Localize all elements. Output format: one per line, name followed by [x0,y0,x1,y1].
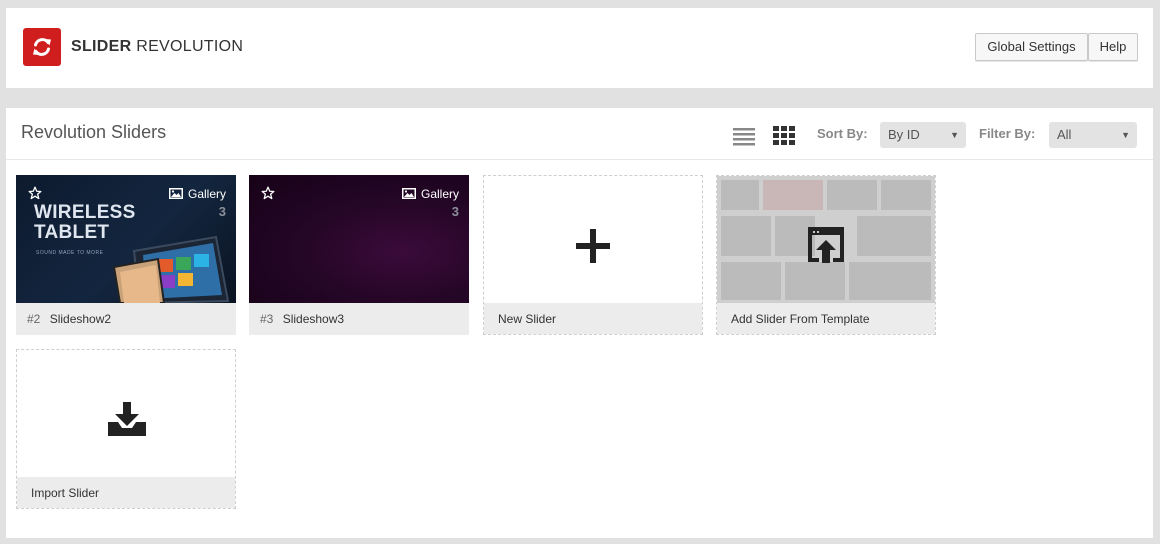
divider [6,159,1153,160]
slider-type: Gallery [168,187,226,201]
slider-id: #2 [27,312,41,326]
new-slider-button[interactable]: New Slider [483,175,703,335]
grid-view-icon[interactable] [773,126,795,146]
sort-select[interactable]: By ID ▼ [880,122,966,148]
slider-name: Slideshow3 [282,312,345,326]
page-title: Revolution Sliders [21,122,167,142]
slider-card[interactable]: Gallery 3 #3 Slideshow3 [249,175,469,335]
add-from-template-button[interactable]: Add Slider From Template [716,175,936,335]
chevron-down-icon: ▼ [950,130,959,140]
template-label: Add Slider From Template [731,312,870,326]
global-settings-button[interactable]: Global Settings [975,33,1088,61]
thumbnail-title: WIRELESS TABLET [34,202,136,243]
import-label: Import Slider [31,486,100,500]
brand-light: REVOLUTION [136,38,244,55]
header-panel: SLIDER REVOLUTION Global Settings Help [6,8,1153,88]
new-slider-label: New Slider [498,312,557,326]
logo [23,28,61,66]
refresh-icon [33,38,51,56]
slider-footer[interactable]: #3 Slideshow3 [249,303,469,335]
slide-count: 3 [218,204,226,219]
slider-footer[interactable]: #2 Slideshow2 [16,303,236,335]
plus-icon [576,229,610,263]
image-icon [401,188,416,199]
sort-value: By ID [888,127,920,142]
chevron-down-icon: ▼ [1121,130,1130,140]
slider-id: #3 [260,312,274,326]
brand-bold: SLIDER [71,38,132,55]
slider-thumbnail[interactable]: WIRELESS TABLET SOUND MADE TO MORE Galle… [16,175,236,303]
new-slider-label-bar: New Slider [484,303,702,334]
image-icon [168,188,183,199]
template-label-bar: Add Slider From Template [717,303,935,334]
help-button[interactable]: Help [1088,33,1138,61]
star-icon[interactable] [261,186,275,200]
slider-type-label: Gallery [420,187,459,201]
window-upload-icon [808,227,844,263]
sliders-panel: Revolution Sliders Sort By: By ID ▼ Filt… [6,108,1153,538]
slider-type-label: Gallery [187,187,226,201]
filter-label: Filter By: [979,126,1036,141]
star-icon[interactable] [28,186,42,200]
slider-card[interactable]: WIRELESS TABLET SOUND MADE TO MORE Galle… [16,175,236,335]
list-view-icon[interactable] [733,126,755,146]
slide-count: 3 [451,204,459,219]
import-slider-button[interactable]: Import Slider [16,349,236,509]
slider-name: Slideshow2 [49,312,112,326]
filter-select[interactable]: All ▼ [1049,122,1137,148]
sort-label: Sort By: [817,126,868,141]
brand-name: SLIDER REVOLUTION [71,38,243,56]
slider-type: Gallery [401,187,459,201]
filter-value: All [1057,127,1072,142]
import-label-bar: Import Slider [17,477,235,508]
thumbnail-subtitle: SOUND MADE TO MORE [36,250,104,256]
slider-thumbnail[interactable]: Gallery 3 [249,175,469,303]
download-tray-icon [108,402,146,436]
